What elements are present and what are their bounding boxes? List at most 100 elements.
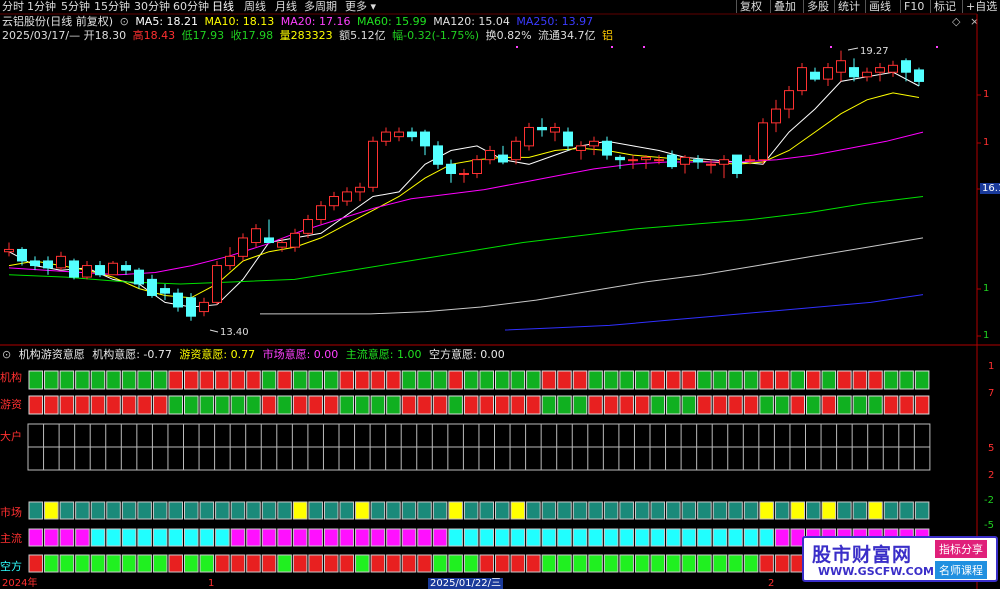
jigou-cell bbox=[323, 370, 339, 390]
shichang-cell bbox=[323, 501, 339, 520]
youzi-cell bbox=[215, 395, 230, 415]
jigou-cell bbox=[261, 370, 277, 390]
kongfang-cell bbox=[261, 554, 277, 573]
candle-body bbox=[355, 186, 365, 193]
candle bbox=[95, 260, 105, 278]
indicator-title: 机构游资意愿 bbox=[18, 348, 85, 361]
youzi-cell bbox=[292, 395, 308, 415]
zhuliu-cell bbox=[634, 528, 650, 547]
candle bbox=[771, 99, 781, 133]
candle-body bbox=[56, 255, 66, 269]
candle bbox=[407, 127, 417, 142]
jigou-cell bbox=[44, 370, 59, 390]
zhuliu-cell bbox=[106, 528, 121, 547]
zhuliu-cell bbox=[44, 528, 59, 547]
zhuliu-cell bbox=[230, 528, 246, 547]
jigou-cell bbox=[774, 370, 790, 390]
candle-body bbox=[82, 265, 92, 278]
candle-body bbox=[264, 237, 274, 244]
candle-body bbox=[836, 60, 846, 73]
kongfang-cell bbox=[510, 554, 526, 573]
kongfang-cell bbox=[199, 554, 215, 573]
candle bbox=[914, 67, 924, 87]
shichang-cell bbox=[28, 501, 44, 520]
indicator-tick: 5 bbox=[988, 443, 995, 454]
jigou-cell bbox=[121, 370, 137, 390]
shichang-cell bbox=[184, 501, 199, 520]
shichang-cell bbox=[681, 501, 697, 520]
candle bbox=[43, 256, 53, 275]
shichang-cell bbox=[401, 501, 417, 520]
price-chart[interactable] bbox=[0, 0, 1000, 589]
jigou-cell bbox=[868, 370, 883, 390]
candle-body bbox=[511, 140, 521, 161]
jigou-cell bbox=[712, 370, 728, 390]
kongfang-cell bbox=[28, 554, 44, 573]
shichang-cell bbox=[355, 501, 370, 520]
shichang-cell bbox=[557, 501, 572, 520]
date-tick: 1 bbox=[208, 578, 215, 589]
kongfang-cell bbox=[634, 554, 650, 573]
jigou-cell bbox=[184, 370, 199, 390]
youzi-cell bbox=[323, 395, 339, 415]
candle-body bbox=[615, 156, 625, 161]
kongfang-cell bbox=[370, 554, 386, 573]
candle bbox=[875, 63, 885, 82]
candle-body bbox=[199, 301, 209, 313]
shichang-cell bbox=[370, 501, 386, 520]
indicator-settings-icon[interactable]: ⊙ bbox=[2, 348, 11, 361]
candle bbox=[758, 118, 768, 165]
youzi-cell bbox=[261, 395, 277, 415]
zhuliu-cell bbox=[292, 528, 308, 547]
candle-body bbox=[160, 288, 170, 294]
jigou-cell bbox=[230, 370, 246, 390]
candle-body bbox=[667, 154, 677, 168]
zhuliu-cell bbox=[743, 528, 759, 547]
shichang-cell bbox=[852, 501, 868, 520]
candle-body bbox=[329, 196, 339, 207]
kongfang-cell bbox=[479, 554, 495, 573]
youzi-cell bbox=[541, 395, 557, 415]
kongfang-cell bbox=[774, 554, 790, 573]
candle bbox=[303, 214, 313, 238]
kongfang-cell bbox=[246, 554, 261, 573]
jigou-cell bbox=[759, 370, 774, 390]
candle-body bbox=[134, 269, 144, 285]
zhuliu-cell bbox=[339, 528, 355, 547]
kongfang-cell bbox=[59, 554, 75, 573]
youzi-cell bbox=[774, 395, 790, 415]
kongfang-cell bbox=[292, 554, 308, 573]
ma60-line bbox=[8, 196, 924, 285]
candle-body bbox=[602, 140, 612, 156]
zhuliu-cell bbox=[603, 528, 619, 547]
candle-body bbox=[797, 67, 807, 92]
shichang-cell bbox=[59, 501, 75, 520]
zhuliu-cell bbox=[59, 528, 75, 547]
youzi-cell bbox=[572, 395, 588, 415]
shichang-cell bbox=[121, 501, 137, 520]
candle-body bbox=[238, 237, 248, 257]
jigou-cell bbox=[634, 370, 650, 390]
zhuliu-cell bbox=[697, 528, 712, 547]
kongfang-cell bbox=[557, 554, 572, 573]
candle bbox=[537, 118, 547, 137]
zhuliu-cell bbox=[541, 528, 557, 547]
youzi-cell bbox=[355, 395, 370, 415]
signal-dot bbox=[516, 46, 518, 48]
zhuliu-cell bbox=[355, 528, 370, 547]
shichang-cell bbox=[790, 501, 806, 520]
zhuliu-cell bbox=[370, 528, 386, 547]
jigou-cell bbox=[603, 370, 619, 390]
candle-body bbox=[225, 255, 235, 267]
zhuliu-cell bbox=[137, 528, 152, 547]
shichang-cell bbox=[308, 501, 323, 520]
youzi-cell bbox=[199, 395, 215, 415]
youzi-cell bbox=[44, 395, 59, 415]
candle-body bbox=[277, 242, 287, 248]
kongfang-cell bbox=[463, 554, 479, 573]
jigou-cell bbox=[137, 370, 152, 390]
youzi-cell bbox=[137, 395, 152, 415]
zhuliu-cell bbox=[386, 528, 401, 547]
shichang-cell bbox=[448, 501, 463, 520]
youzi-cell bbox=[386, 395, 401, 415]
